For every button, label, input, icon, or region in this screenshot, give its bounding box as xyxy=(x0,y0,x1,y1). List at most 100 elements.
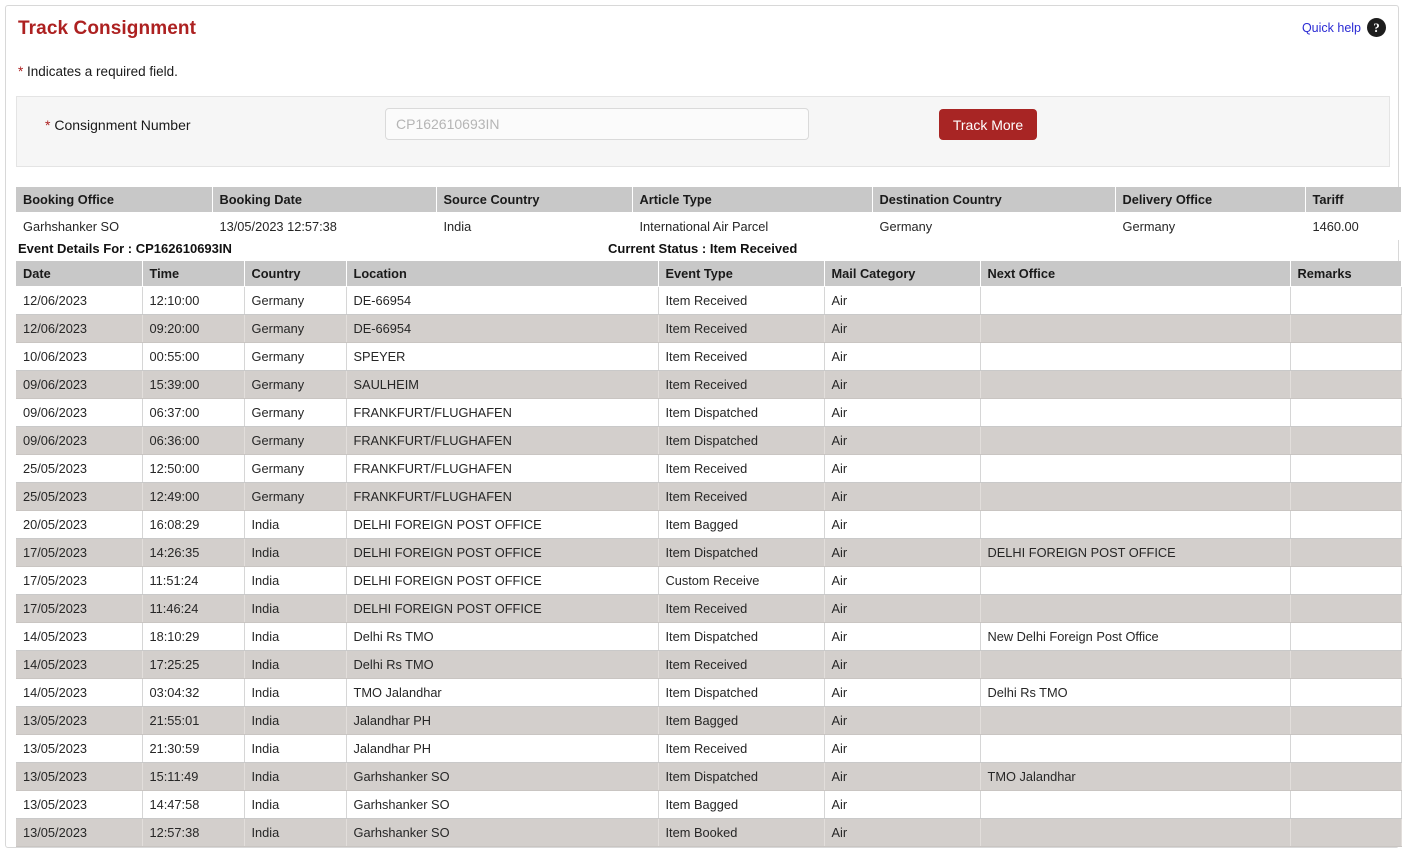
event-cell xyxy=(1290,315,1401,343)
event-cell xyxy=(980,483,1290,511)
event-cell: Air xyxy=(824,707,980,735)
event-cell xyxy=(980,315,1290,343)
table-row: 13/05/202321:55:01IndiaJalandhar PHItem … xyxy=(16,707,1401,735)
event-cell: Item Received xyxy=(658,595,824,623)
event-cell: 09/06/2023 xyxy=(16,371,142,399)
table-row: 13/05/202314:47:58IndiaGarhshanker SOIte… xyxy=(16,791,1401,819)
event-cell: New Delhi Foreign Post Office xyxy=(980,623,1290,651)
event-cell: DE-66954 xyxy=(346,287,658,315)
event-cell: 12:10:00 xyxy=(142,287,244,315)
event-col-header: Time xyxy=(142,261,244,287)
event-details-table: DateTimeCountryLocationEvent TypeMail Ca… xyxy=(16,261,1402,847)
event-cell: Item Dispatched xyxy=(658,427,824,455)
event-cell: Item Dispatched xyxy=(658,679,824,707)
event-cell: Air xyxy=(824,511,980,539)
event-cell: India xyxy=(244,679,346,707)
table-row: 09/06/202315:39:00GermanySAULHEIMItem Re… xyxy=(16,371,1401,399)
event-cell: Air xyxy=(824,455,980,483)
event-cell: India xyxy=(244,735,346,763)
event-cell: 00:55:00 xyxy=(142,343,244,371)
event-cell: Item Bagged xyxy=(658,511,824,539)
quick-help-group: Quick help ? xyxy=(1302,18,1386,37)
table-row: 17/05/202311:51:24IndiaDELHI FOREIGN POS… xyxy=(16,567,1401,595)
event-cell: SAULHEIM xyxy=(346,371,658,399)
event-cell: Garhshanker SO xyxy=(346,819,658,847)
help-circle-icon[interactable]: ? xyxy=(1367,18,1386,37)
event-cell: Air xyxy=(824,483,980,511)
event-cell xyxy=(980,735,1290,763)
event-cell: Germany xyxy=(244,427,346,455)
event-cell: 13/05/2023 xyxy=(16,763,142,791)
quick-help-link[interactable]: Quick help xyxy=(1302,21,1361,35)
booking-col-header: Delivery Office xyxy=(1115,187,1305,213)
event-cell: 12:50:00 xyxy=(142,455,244,483)
event-col-header: Next Office xyxy=(980,261,1290,287)
event-cell xyxy=(980,427,1290,455)
event-cell: TMO Jalandhar xyxy=(346,679,658,707)
event-cell: Germany xyxy=(244,483,346,511)
event-col-header: Location xyxy=(346,261,658,287)
event-cell: Item Dispatched xyxy=(658,763,824,791)
event-cell xyxy=(980,791,1290,819)
event-cell: 25/05/2023 xyxy=(16,455,142,483)
event-cell: India xyxy=(244,791,346,819)
event-cell: DE-66954 xyxy=(346,315,658,343)
event-cell: 14/05/2023 xyxy=(16,651,142,679)
event-cell: 14:26:35 xyxy=(142,539,244,567)
event-cell: DELHI FOREIGN POST OFFICE xyxy=(346,539,658,567)
event-cell: Item Dispatched xyxy=(658,623,824,651)
event-cell xyxy=(980,595,1290,623)
event-cell xyxy=(1290,343,1401,371)
table-row: 17/05/202314:26:35IndiaDELHI FOREIGN POS… xyxy=(16,539,1401,567)
event-cell: 17/05/2023 xyxy=(16,567,142,595)
table-row: 14/05/202318:10:29IndiaDelhi Rs TMOItem … xyxy=(16,623,1401,651)
event-cell: 13/05/2023 xyxy=(16,735,142,763)
event-cell xyxy=(1290,623,1401,651)
event-cell: 11:46:24 xyxy=(142,595,244,623)
event-cell: Air xyxy=(824,315,980,343)
event-cell: Air xyxy=(824,623,980,651)
event-cell xyxy=(1290,791,1401,819)
consignment-number-input[interactable] xyxy=(385,108,809,140)
event-cell: India xyxy=(244,819,346,847)
event-cell: Item Received xyxy=(658,483,824,511)
event-cell: DELHI FOREIGN POST OFFICE xyxy=(346,567,658,595)
event-cell: 12:49:00 xyxy=(142,483,244,511)
event-cell: 20/05/2023 xyxy=(16,511,142,539)
event-cell: 10/06/2023 xyxy=(16,343,142,371)
event-col-header: Date xyxy=(16,261,142,287)
event-cell: 13/05/2023 xyxy=(16,819,142,847)
event-cell xyxy=(980,399,1290,427)
table-row: 13/05/202315:11:49IndiaGarhshanker SOIte… xyxy=(16,763,1401,791)
table-row: 09/06/202306:37:00GermanyFRANKFURT/FLUGH… xyxy=(16,399,1401,427)
event-header-row: DateTimeCountryLocationEvent TypeMail Ca… xyxy=(16,261,1401,287)
event-cell: India xyxy=(244,707,346,735)
event-cell: Air xyxy=(824,567,980,595)
event-cell xyxy=(1290,483,1401,511)
event-cell: India xyxy=(244,595,346,623)
event-cell: Jalandhar PH xyxy=(346,735,658,763)
event-cell xyxy=(980,511,1290,539)
event-cell: DELHI FOREIGN POST OFFICE xyxy=(346,595,658,623)
booking-col-header: Destination Country xyxy=(872,187,1115,213)
event-cell: 15:11:49 xyxy=(142,763,244,791)
booking-cell: 1460.00 xyxy=(1305,213,1401,240)
track-more-button[interactable]: Track More xyxy=(939,109,1037,140)
event-cell: Item Received xyxy=(658,287,824,315)
event-cell: 15:39:00 xyxy=(142,371,244,399)
event-cell: Germany xyxy=(244,371,346,399)
page-container: Track Consignment Quick help ? * Indicat… xyxy=(5,5,1399,848)
event-cell: FRANKFURT/FLUGHAFEN xyxy=(346,483,658,511)
event-cell: Delhi Rs TMO xyxy=(346,651,658,679)
event-cell: Item Dispatched xyxy=(658,399,824,427)
event-cell: 14:47:58 xyxy=(142,791,244,819)
event-cell: Item Received xyxy=(658,315,824,343)
event-cell: FRANKFURT/FLUGHAFEN xyxy=(346,399,658,427)
table-row: 10/06/202300:55:00GermanySPEYERItem Rece… xyxy=(16,343,1401,371)
event-cell: Germany xyxy=(244,343,346,371)
event-cell: Air xyxy=(824,791,980,819)
event-cell: Jalandhar PH xyxy=(346,707,658,735)
event-cell: Germany xyxy=(244,287,346,315)
event-cell: Garhshanker SO xyxy=(346,763,658,791)
event-cell: Item Received xyxy=(658,371,824,399)
